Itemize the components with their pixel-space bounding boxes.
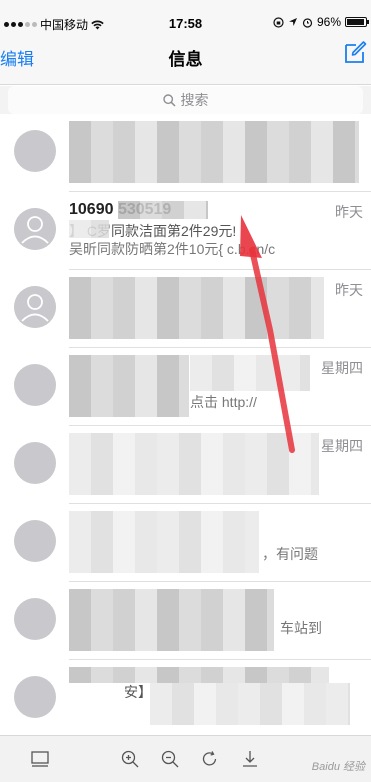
rotate-icon[interactable] <box>200 749 220 769</box>
person-icon <box>14 208 56 250</box>
message-list[interactable]: 10690 530519 昨天 】 C罗同款洁面第2件29元! 吴昕同款防晒第2… <box>0 115 371 735</box>
battery-icon <box>345 17 369 27</box>
list-item[interactable]: 昨天 <box>0 271 371 348</box>
redaction-mosaic <box>69 667 329 683</box>
search-bar: 搜索 <box>0 86 371 114</box>
list-item[interactable]: 星期四 点击 http:// <box>0 349 371 426</box>
divider <box>69 347 371 348</box>
avatar <box>14 520 56 562</box>
divider <box>69 269 371 270</box>
avatar <box>14 286 56 328</box>
redaction-mosaic <box>190 355 310 391</box>
divider <box>69 581 371 582</box>
watermark: Baidu 经验 <box>311 761 365 773</box>
avatar <box>14 364 56 406</box>
rotation-lock-icon <box>273 16 284 28</box>
list-item[interactable] <box>0 115 371 192</box>
search-placeholder: 搜索 <box>180 92 209 108</box>
avatar <box>14 130 56 172</box>
avatar <box>14 442 56 484</box>
avatar <box>14 598 56 640</box>
message-preview-line2: 车站到 <box>280 620 322 636</box>
message-preview-line2: 点击 http:// <box>190 394 257 410</box>
message-time: 星期四 <box>321 360 363 376</box>
zoom-out-icon[interactable] <box>160 749 180 769</box>
avatar <box>14 676 56 718</box>
message-preview-line2: 吴昕同款防晒第2件10元{ c.b.cn/c <box>69 241 276 257</box>
page-title: 信息 <box>168 50 203 69</box>
layout-icon[interactable] <box>30 749 50 769</box>
download-icon[interactable] <box>240 749 260 769</box>
person-icon <box>14 286 56 328</box>
message-time: 昨天 <box>335 204 363 220</box>
redaction-mosaic <box>69 220 109 238</box>
list-item[interactable]: 安】 <box>0 661 371 735</box>
divider <box>69 659 371 660</box>
redaction-mosaic <box>69 355 189 417</box>
alarm-icon <box>302 17 313 28</box>
search-icon <box>162 93 176 107</box>
battery-percent: 96% <box>316 15 341 29</box>
message-time: 昨天 <box>335 282 363 298</box>
bottom-toolbar: Baidu 经验 <box>0 735 371 782</box>
list-item[interactable]: 10690 530519 昨天 】 C罗同款洁面第2件29元! 吴昕同款防晒第2… <box>0 193 371 270</box>
message-preview-line2: ，有问题 <box>262 546 318 562</box>
avatar <box>14 208 56 250</box>
compose-icon[interactable] <box>343 40 367 64</box>
redaction-mosaic <box>69 511 259 573</box>
list-item[interactable]: 车站到 <box>0 583 371 660</box>
list-item[interactable]: 星期四 <box>0 427 371 504</box>
redaction-mosaic <box>69 121 359 183</box>
redaction-mosaic <box>69 433 319 495</box>
message-time: 星期四 <box>321 438 363 454</box>
status-bar: 中国移动 17:58 96% <box>0 0 371 40</box>
list-item[interactable]: ，有问题 <box>0 505 371 582</box>
divider <box>69 503 371 504</box>
redaction-mosaic <box>69 277 324 339</box>
divider <box>69 425 371 426</box>
location-icon <box>288 18 297 26</box>
divider <box>69 191 371 192</box>
navigation-bar: 编辑 信息 <box>0 40 371 85</box>
redaction-mosaic <box>69 589 274 651</box>
message-preview: 】 C罗同款洁面第2件29元! <box>69 223 237 239</box>
redaction-mosaic <box>118 201 208 219</box>
redaction-mosaic <box>150 683 350 725</box>
status-right: 96% <box>273 15 369 29</box>
zoom-in-icon[interactable] <box>120 749 140 769</box>
search-input[interactable]: 搜索 <box>8 86 363 114</box>
